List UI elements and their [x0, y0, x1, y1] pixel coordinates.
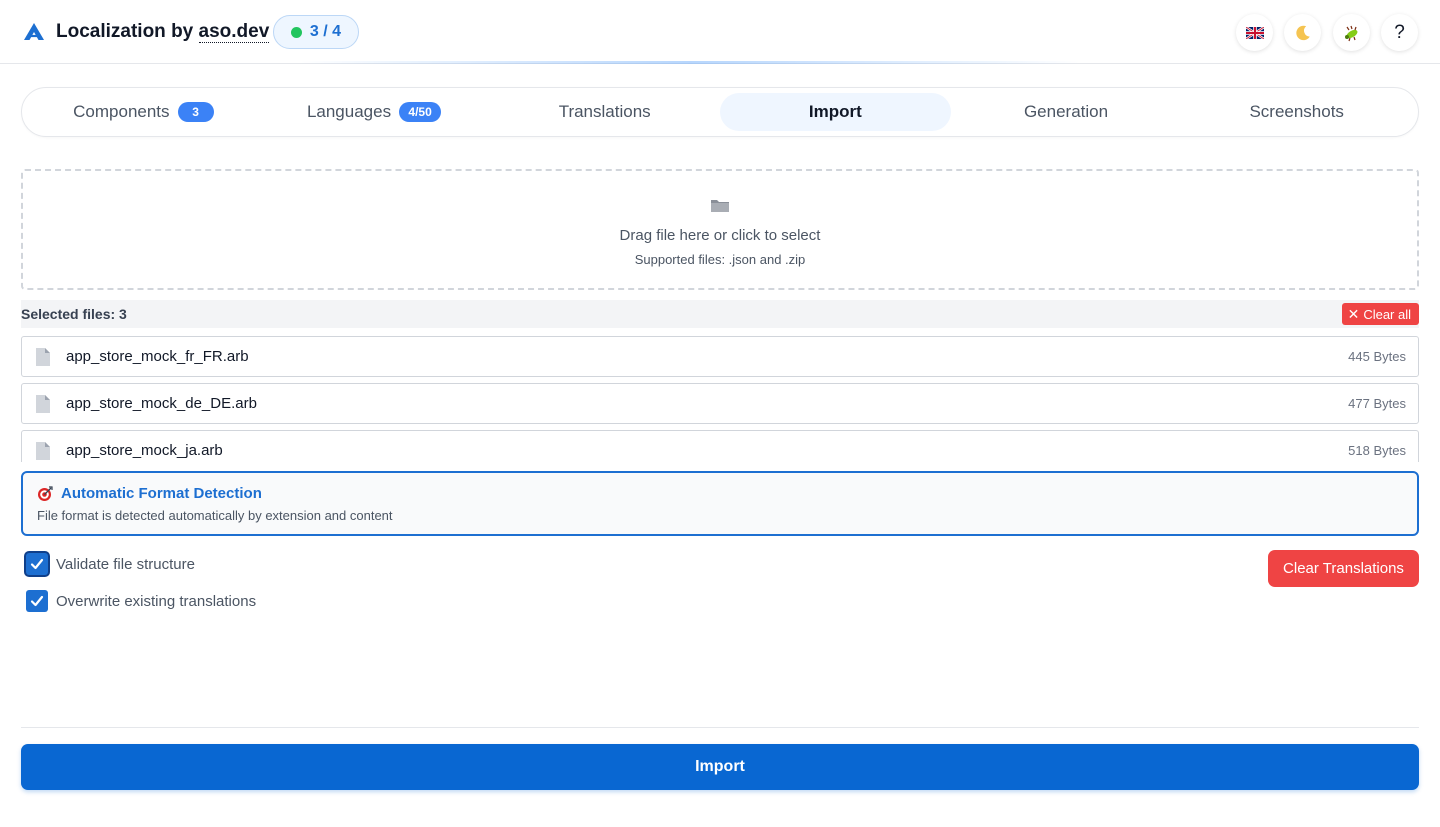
file-size: 445 Bytes	[1348, 349, 1406, 364]
folder-icon	[711, 199, 729, 212]
target-icon	[38, 485, 53, 501]
validate-checkbox[interactable]	[26, 553, 48, 575]
file-icon	[36, 347, 50, 366]
checkmark-icon	[30, 558, 44, 570]
tab-screenshots[interactable]: Screenshots	[1181, 93, 1412, 131]
file-size: 518 Bytes	[1348, 443, 1406, 458]
close-icon: ✕	[1347, 306, 1360, 322]
file-icon	[36, 394, 50, 413]
clear-all-button[interactable]: ✕ Clear all	[1341, 303, 1419, 325]
dropzone-title: Drag file here or click to select	[619, 226, 821, 244]
file-name: app_store_mock_ja.arb	[66, 442, 223, 459]
tab-import[interactable]: Import	[720, 93, 951, 131]
tab-generation[interactable]: Generation	[951, 93, 1182, 131]
main-tabs: Components 3 Languages 4/50 Translations…	[21, 87, 1419, 137]
selected-files-count: Selected files: 3	[21, 306, 127, 322]
file-item: app_store_mock_de_DE.arb 477 Bytes	[21, 383, 1419, 424]
status-dot-icon	[290, 26, 302, 38]
file-name: app_store_mock_de_DE.arb	[66, 395, 257, 412]
file-item: app_store_mock_fr_FR.arb 445 Bytes	[21, 336, 1419, 377]
dropzone-subtitle: Supported files: .json and .zip	[634, 251, 806, 267]
file-icon	[36, 441, 50, 460]
progress-text: 3 / 4	[309, 23, 342, 40]
header-accent	[300, 61, 1080, 64]
components-count-badge: 3	[177, 102, 214, 122]
file-size: 477 Bytes	[1348, 396, 1406, 411]
moon-icon	[1295, 25, 1310, 40]
tab-components[interactable]: Components 3	[28, 93, 259, 131]
clear-translations-button[interactable]: Clear Translations	[1268, 550, 1419, 587]
auto-detection-title: Automatic Format Detection	[61, 485, 262, 502]
selected-files-bar: Selected files: 3 ✕ Clear all	[21, 300, 1419, 328]
app-title: Localization by aso.dev	[56, 21, 270, 43]
tab-languages[interactable]: Languages 4/50	[259, 93, 490, 131]
uk-flag-icon	[1245, 26, 1264, 39]
checkmark-icon	[30, 595, 44, 607]
bug-icon	[1344, 25, 1357, 41]
help-button[interactable]: ?	[1381, 14, 1418, 51]
tab-translations[interactable]: Translations	[489, 93, 720, 131]
aso-dev-link[interactable]: aso.dev	[198, 21, 270, 43]
file-dropzone[interactable]: Drag file here or click to select Suppor…	[21, 169, 1419, 290]
help-icon: ?	[1394, 21, 1405, 43]
file-list[interactable]: app_store_mock_fr_FR.arb 445 Bytes app_s…	[21, 336, 1419, 462]
app-header: Localization by aso.dev 3 / 4 ?	[0, 0, 1440, 64]
overwrite-option[interactable]: Overwrite existing translations	[26, 590, 256, 612]
language-button[interactable]	[1236, 14, 1273, 51]
validate-option[interactable]: Validate file structure	[26, 553, 195, 575]
overwrite-label: Overwrite existing translations	[56, 592, 257, 610]
progress-badge: 3 / 4	[273, 15, 359, 49]
aso-logo-icon	[24, 23, 44, 40]
import-button[interactable]: Import	[21, 744, 1419, 790]
auto-format-detection-panel: Automatic Format Detection File format i…	[21, 471, 1419, 536]
bug-report-button[interactable]	[1333, 14, 1370, 51]
auto-detection-description: File format is detected automatically by…	[37, 508, 393, 523]
divider	[21, 727, 1419, 728]
brand: Localization by aso.dev	[22, 18, 270, 46]
overwrite-checkbox[interactable]	[26, 590, 48, 612]
file-item: app_store_mock_ja.arb 518 Bytes	[21, 430, 1419, 462]
file-name: app_store_mock_fr_FR.arb	[66, 348, 249, 365]
validate-label: Validate file structure	[56, 555, 195, 573]
languages-count-badge: 4/50	[399, 102, 442, 122]
theme-toggle-button[interactable]	[1284, 14, 1321, 51]
